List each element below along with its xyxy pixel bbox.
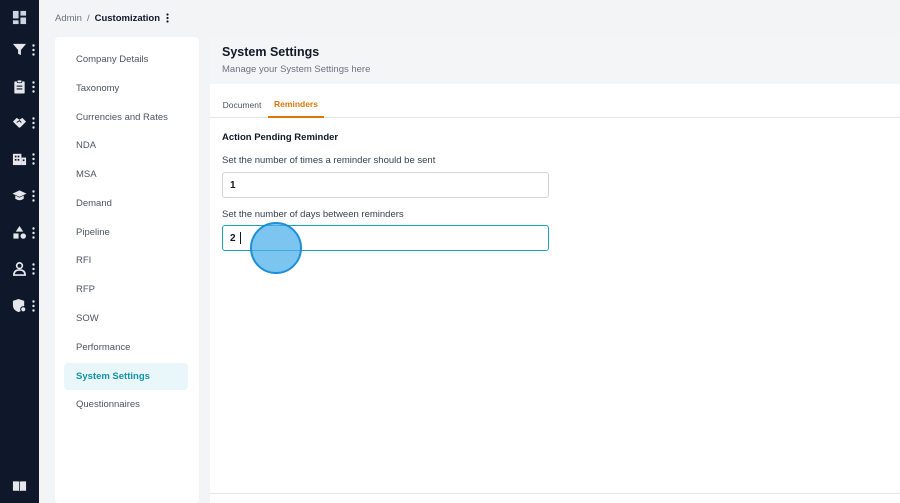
kebab-menu-icon[interactable] (32, 116, 35, 130)
nav-admin[interactable] (0, 294, 39, 318)
reminder-days-label: Set the number of days between reminders (222, 209, 404, 220)
settings-nav: Company Details Taxonomy Currencies and … (55, 37, 199, 503)
subnav-item-demand[interactable]: Demand (64, 190, 188, 217)
kebab-menu-icon[interactable] (32, 226, 35, 240)
kebab-menu-icon[interactable] (32, 299, 35, 313)
kebab-menu-icon[interactable] (32, 43, 35, 57)
shapes-icon (12, 225, 27, 240)
filter-icon (12, 42, 27, 57)
kebab-menu-icon[interactable] (32, 152, 35, 166)
nav-clipboard[interactable] (0, 75, 39, 99)
subnav-item-company-details[interactable]: Company Details (64, 46, 188, 73)
section-title: Action Pending Reminder (222, 132, 339, 143)
clipboard-icon (12, 79, 27, 94)
user-icon (12, 261, 27, 276)
nav-handshake[interactable] (0, 111, 39, 135)
subnav-item-msa[interactable]: MSA (64, 161, 188, 188)
breadcrumb: Admin / Customization (55, 11, 169, 25)
reminder-times-input[interactable] (222, 172, 549, 198)
page-subtitle: Manage your System Settings here (222, 64, 371, 75)
click-indicator (250, 222, 302, 274)
kebab-menu-icon[interactable] (166, 13, 169, 23)
kebab-menu-icon[interactable] (32, 189, 35, 203)
subnav-item-sow[interactable]: SOW (64, 305, 188, 332)
dashboard-icon (12, 10, 27, 25)
breadcrumb-current: Customization (94, 12, 161, 24)
subnav-item-questionnaires[interactable]: Questionnaires (64, 391, 188, 418)
subnav-item-taxonomy[interactable]: Taxonomy (64, 75, 188, 102)
text-caret (240, 232, 241, 244)
nav-filter[interactable] (0, 38, 39, 62)
nav-building[interactable] (0, 147, 39, 171)
handshake-icon (12, 115, 27, 130)
building-icon (12, 151, 27, 166)
settings-panel: System Settings Manage your System Setti… (210, 37, 900, 503)
kebab-menu-icon[interactable] (32, 80, 35, 94)
page-header: System Settings Manage your System Setti… (210, 37, 900, 84)
subnav-item-rfi[interactable]: RFI (64, 247, 188, 274)
page-title: System Settings (222, 45, 320, 59)
tab-document[interactable]: Document (216, 92, 268, 118)
nav-shapes[interactable] (0, 221, 39, 245)
subnav-item-currencies[interactable]: Currencies and Rates (64, 104, 188, 131)
kebab-menu-icon[interactable] (32, 262, 35, 276)
tab-reminders[interactable]: Reminders (268, 92, 324, 118)
tab-bar: Document Reminders (210, 92, 900, 118)
nav-learning[interactable] (0, 184, 39, 208)
subnav-item-nda[interactable]: NDA (64, 132, 188, 159)
footer-divider (210, 493, 900, 494)
graduation-cap-icon (12, 188, 27, 203)
book-icon (12, 479, 27, 494)
reminder-times-label: Set the number of times a reminder shoul… (222, 155, 436, 166)
icon-sidebar (0, 0, 39, 503)
subnav-item-performance[interactable]: Performance (64, 334, 188, 361)
breadcrumb-separator: / (86, 12, 90, 24)
nav-user[interactable] (0, 257, 39, 281)
nav-docs[interactable] (0, 475, 39, 499)
subnav-item-rfp[interactable]: RFP (64, 276, 188, 303)
nav-dashboard[interactable] (0, 6, 39, 30)
subnav-item-pipeline[interactable]: Pipeline (64, 219, 188, 246)
subnav-item-system-settings[interactable]: System Settings (64, 363, 188, 390)
shield-settings-icon (12, 298, 27, 313)
breadcrumb-admin[interactable]: Admin (55, 13, 82, 24)
